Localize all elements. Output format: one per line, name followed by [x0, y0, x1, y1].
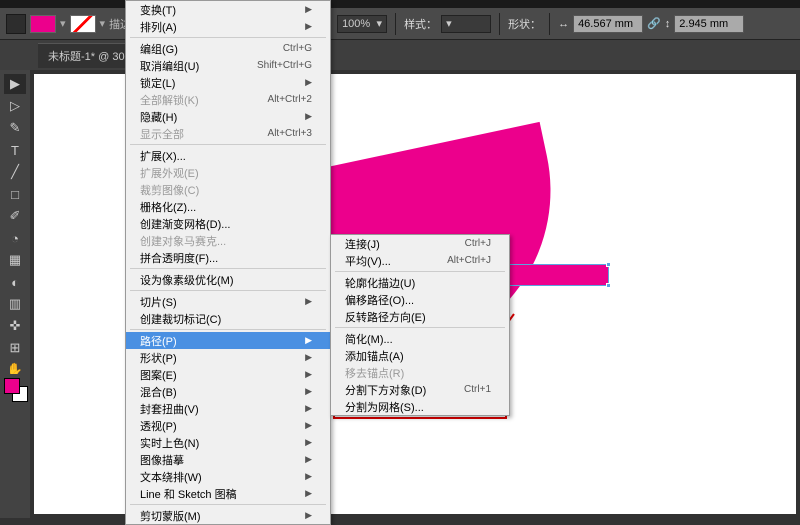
menu-item[interactable]: 透视(P)▶ — [126, 417, 330, 434]
tool-icon[interactable] — [6, 14, 26, 34]
menu-item[interactable]: 简化(M)... — [331, 330, 509, 347]
menu-item: 全部解锁(K)Alt+Ctrl+2 — [126, 91, 330, 108]
menu-item[interactable]: 分割下方对象(D)Ctrl+1 — [331, 381, 509, 398]
document-tabs: 未标题-1* @ 300% — [0, 40, 800, 70]
menu-item[interactable]: 偏移路径(O)... — [331, 291, 509, 308]
tool-6[interactable]: ✐ — [4, 206, 26, 226]
tool-9[interactable]: ◐ — [4, 272, 26, 292]
shape-label: 形状： — [508, 16, 541, 32]
link-icon[interactable]: 🔗 — [647, 17, 661, 30]
menu-item[interactable]: 添加锚点(A) — [331, 347, 509, 364]
menu-item[interactable]: 实时上色(N)▶ — [126, 434, 330, 451]
menu-item[interactable]: 变换(T)▶ — [126, 1, 330, 18]
tool-10[interactable]: ▥ — [4, 294, 26, 314]
fill-color[interactable] — [30, 15, 56, 33]
menu-item[interactable]: 轮廓化描边(U) — [331, 274, 509, 291]
menu-item[interactable]: 锁定(L)▶ — [126, 74, 330, 91]
tools-panel: ▶▷✎T╱□✐◔▦◐▥✜⊞✋Q — [0, 70, 30, 518]
menu-item: 裁剪图像(C) — [126, 181, 330, 198]
tool-8[interactable]: ▦ — [4, 250, 26, 270]
menu-item[interactable]: 连接(J)Ctrl+J — [331, 235, 509, 252]
tool-0[interactable]: ▶ — [4, 74, 26, 94]
menu-item: 扩展外观(E) — [126, 164, 330, 181]
menu-item[interactable]: 编组(G)Ctrl+G — [126, 40, 330, 57]
menu-item: 显示全部Alt+Ctrl+3 — [126, 125, 330, 142]
object-menu: 变换(T)▶排列(A)▶ 编组(G)Ctrl+G取消编组(U)Shift+Ctrl… — [125, 0, 331, 525]
menu-item: 移去锚点(R) — [331, 364, 509, 381]
menu-item[interactable]: 图像描摹▶ — [126, 451, 330, 468]
menu-item[interactable]: 设为像素级优化(M) — [126, 271, 330, 288]
menu-item[interactable]: 形状(P)▶ — [126, 349, 330, 366]
height-input[interactable]: 2.945 mm — [674, 15, 744, 33]
menu-item[interactable]: Line 和 Sketch 图稿▶ — [126, 485, 330, 502]
menu-item[interactable]: 封套扭曲(V)▶ — [126, 400, 330, 417]
tool-4[interactable]: ╱ — [4, 162, 26, 182]
height-icon: ↕ — [665, 18, 671, 30]
menu-item[interactable]: 混合(B)▶ — [126, 383, 330, 400]
width-input[interactable]: 46.567 mm — [573, 15, 643, 33]
menu-item[interactable]: 路径(P)▶ — [126, 332, 330, 349]
menu-item[interactable]: 反转路径方向(E) — [331, 308, 509, 325]
menu-item[interactable]: 图案(E)▶ — [126, 366, 330, 383]
opacity-dropdown[interactable]: 100%▾ — [337, 15, 387, 33]
menu-item[interactable]: 切片(S)▶ — [126, 293, 330, 310]
tool-2[interactable]: ✎ — [4, 118, 26, 138]
menu-item[interactable]: 隐藏(H)▶ — [126, 108, 330, 125]
tool-7[interactable]: ◔ — [4, 228, 26, 248]
path-submenu: 连接(J)Ctrl+J平均(V)...Alt+Ctrl+J 轮廓化描边(U)偏移路… — [330, 234, 510, 416]
control-toolbar: ▾ ▾ 描边： 1 pt —— 基本▾ 不透明度： 100%▾ 样式： ▾ 形状… — [0, 8, 800, 40]
menu-item[interactable]: 分割为网格(S)... — [331, 398, 509, 415]
tool-11[interactable]: ✜ — [4, 316, 26, 336]
menu-item[interactable]: 栅格化(Z)... — [126, 198, 330, 215]
tool-12[interactable]: ⊞ — [4, 338, 26, 358]
menu-item[interactable]: 拼合透明度(F)... — [126, 249, 330, 266]
menu-item[interactable]: 文本绕排(W)▶ — [126, 468, 330, 485]
style-label: 样式： — [404, 16, 437, 32]
foreground-color[interactable] — [4, 378, 20, 394]
menu-item[interactable]: 取消编组(U)Shift+Ctrl+G — [126, 57, 330, 74]
tool-1[interactable]: ▷ — [4, 96, 26, 116]
fill-dropdown-icon[interactable]: ▾ — [60, 17, 66, 30]
stroke-color[interactable] — [70, 15, 96, 33]
tool-5[interactable]: □ — [4, 184, 26, 204]
menu-item[interactable]: 平均(V)...Alt+Ctrl+J — [331, 252, 509, 269]
menu-item[interactable]: 扩展(X)... — [126, 147, 330, 164]
menu-item[interactable]: 创建裁切标记(C) — [126, 310, 330, 327]
width-icon: ↔ — [558, 18, 569, 30]
menu-item[interactable]: 排列(A)▶ — [126, 18, 330, 35]
menu-item[interactable]: 创建渐变网格(D)... — [126, 215, 330, 232]
color-picker[interactable] — [0, 374, 30, 406]
menu-item: 创建对象马赛克... — [126, 232, 330, 249]
stroke-dropdown-icon[interactable]: ▾ — [100, 17, 106, 30]
window-titlebar — [0, 0, 800, 8]
style2-dropdown[interactable]: ▾ — [441, 15, 491, 33]
tool-3[interactable]: T — [4, 140, 26, 160]
